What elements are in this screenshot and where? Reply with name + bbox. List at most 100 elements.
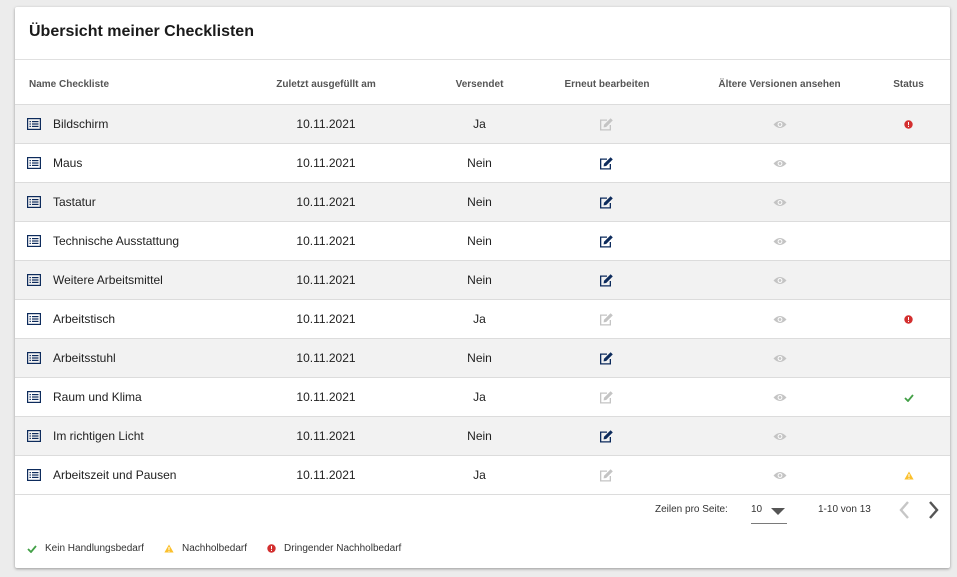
eye-icon[interactable] (773, 393, 787, 402)
cell-last-filled: 10.11.2021 (215, 182, 437, 222)
checklist-name: Maus (53, 156, 83, 170)
header-status[interactable]: Status (867, 64, 950, 105)
table-row[interactable]: Arbeitstisch 10.11.2021 Ja (15, 299, 950, 339)
edit-icon[interactable] (599, 156, 615, 170)
cell-name: Im richtigen Licht (15, 416, 215, 456)
checklist-name: Arbeitstisch (53, 312, 116, 326)
header-last-filled[interactable]: Zuletzt ausgefüllt am (215, 64, 437, 105)
cell-last-filled: 10.11.2021 (215, 299, 437, 339)
table-row[interactable]: Tastatur 10.11.2021 Nein (15, 182, 950, 222)
header-edit: Erneut bearbeiten (522, 64, 692, 105)
check-icon (27, 544, 37, 553)
edit-icon[interactable] (599, 351, 615, 365)
cell-versions (692, 416, 867, 456)
cell-sent: Ja (437, 104, 522, 144)
list-icon (27, 469, 41, 481)
cell-edit (522, 221, 692, 261)
checklist-name-wrap: Weitere Arbeitsmittel (27, 273, 215, 287)
eye-icon[interactable] (773, 198, 787, 207)
list-icon (27, 235, 41, 247)
checklist-name: Weitere Arbeitsmittel (53, 273, 163, 287)
cell-status (867, 260, 950, 300)
table-row[interactable]: Maus 10.11.2021 Nein (15, 143, 950, 183)
list-icon (27, 313, 41, 325)
checklist-name: Tastatur (53, 195, 96, 209)
table-row[interactable]: Arbeitszeit und Pausen 10.11.2021 Ja (15, 455, 950, 495)
chevron-right-icon[interactable] (927, 499, 941, 521)
eye-icon[interactable] (773, 471, 787, 480)
cell-edit (522, 377, 692, 417)
cell-edit (522, 299, 692, 339)
alert-circle-icon (904, 120, 913, 130)
eye-icon[interactable] (773, 315, 787, 324)
cell-sent: Nein (437, 416, 522, 456)
cell-versions (692, 260, 867, 300)
caret-down-icon (771, 508, 785, 515)
cell-versions (692, 338, 867, 378)
alert-circle-icon (904, 315, 913, 325)
cell-versions (692, 104, 867, 144)
eye-icon[interactable] (773, 276, 787, 285)
cell-sent: Nein (437, 338, 522, 378)
edit-icon[interactable] (599, 273, 615, 287)
cell-sent: Ja (437, 455, 522, 495)
cell-status (867, 416, 950, 456)
eye-icon[interactable] (773, 237, 787, 246)
checklist-name: Arbeitsstuhl (53, 351, 116, 365)
page-title: Übersicht meiner Checklisten (29, 23, 254, 40)
legend-label-ok: Kein Handlungsbedarf (45, 543, 144, 554)
cell-name: Arbeitsstuhl (15, 338, 215, 378)
table-row[interactable]: Bildschirm 10.11.2021 Ja (15, 104, 950, 144)
cell-sent: Ja (437, 299, 522, 339)
eye-icon[interactable] (773, 432, 787, 441)
header-name[interactable]: Name Checkliste (15, 64, 215, 105)
edit-icon (600, 469, 613, 482)
cell-edit (522, 455, 692, 495)
pagination-range: 1-10 von 13 (818, 504, 871, 515)
checklist-name-wrap: Bildschirm (27, 117, 215, 131)
cell-last-filled: 10.11.2021 (215, 104, 437, 144)
checklist-name: Raum und Klima (53, 390, 142, 404)
checklist-name: Bildschirm (53, 117, 109, 131)
cell-name: Bildschirm (15, 104, 215, 144)
cell-name: Arbeitszeit und Pausen (15, 455, 215, 495)
list-icon (27, 391, 41, 403)
list-icon (27, 118, 41, 130)
cell-name: Maus (15, 143, 215, 183)
rows-per-page-select[interactable]: 10 (751, 501, 787, 524)
legend-item-warning: Nachholbedarf (164, 543, 247, 554)
table-row[interactable]: Technische Ausstattung 10.11.2021 Nein (15, 221, 950, 261)
table-row[interactable]: Arbeitsstuhl 10.11.2021 Nein (15, 338, 950, 378)
cell-status (867, 221, 950, 261)
checklist-name-wrap: Arbeitstisch (27, 312, 215, 326)
header-sent[interactable]: Versendet (437, 64, 522, 105)
checklist-name: Technische Ausstattung (53, 234, 180, 248)
checklist-name-wrap: Tastatur (27, 195, 215, 209)
table-row[interactable]: Raum und Klima 10.11.2021 Ja (15, 377, 950, 417)
checklist-name: Arbeitszeit und Pausen (53, 468, 177, 482)
list-icon (27, 157, 41, 169)
cell-status (867, 143, 950, 183)
edit-icon[interactable] (599, 429, 615, 443)
chevron-left-icon[interactable] (897, 499, 911, 521)
eye-icon[interactable] (773, 120, 787, 129)
cell-versions (692, 299, 867, 339)
cell-sent: Nein (437, 221, 522, 261)
cell-last-filled: 10.11.2021 (215, 416, 437, 456)
checklist-name-wrap: Im richtigen Licht (27, 429, 215, 443)
edit-icon[interactable] (599, 195, 615, 209)
table-row[interactable]: Weitere Arbeitsmittel 10.11.2021 Nein (15, 260, 950, 300)
list-icon (27, 430, 41, 442)
cell-versions (692, 377, 867, 417)
eye-icon[interactable] (773, 354, 787, 363)
eye-icon[interactable] (773, 159, 787, 168)
table-row[interactable]: Im richtigen Licht 10.11.2021 Nein (15, 416, 950, 456)
cell-last-filled: 10.11.2021 (215, 377, 437, 417)
cell-name: Weitere Arbeitsmittel (15, 260, 215, 300)
cell-last-filled: 10.11.2021 (215, 338, 437, 378)
pagination-bar: Zeilen pro Seite: 10 1-10 von 13 (15, 501, 950, 531)
cell-name: Technische Ausstattung (15, 221, 215, 261)
cell-sent: Nein (437, 143, 522, 183)
edit-icon[interactable] (599, 234, 615, 248)
edit-icon (600, 118, 613, 131)
